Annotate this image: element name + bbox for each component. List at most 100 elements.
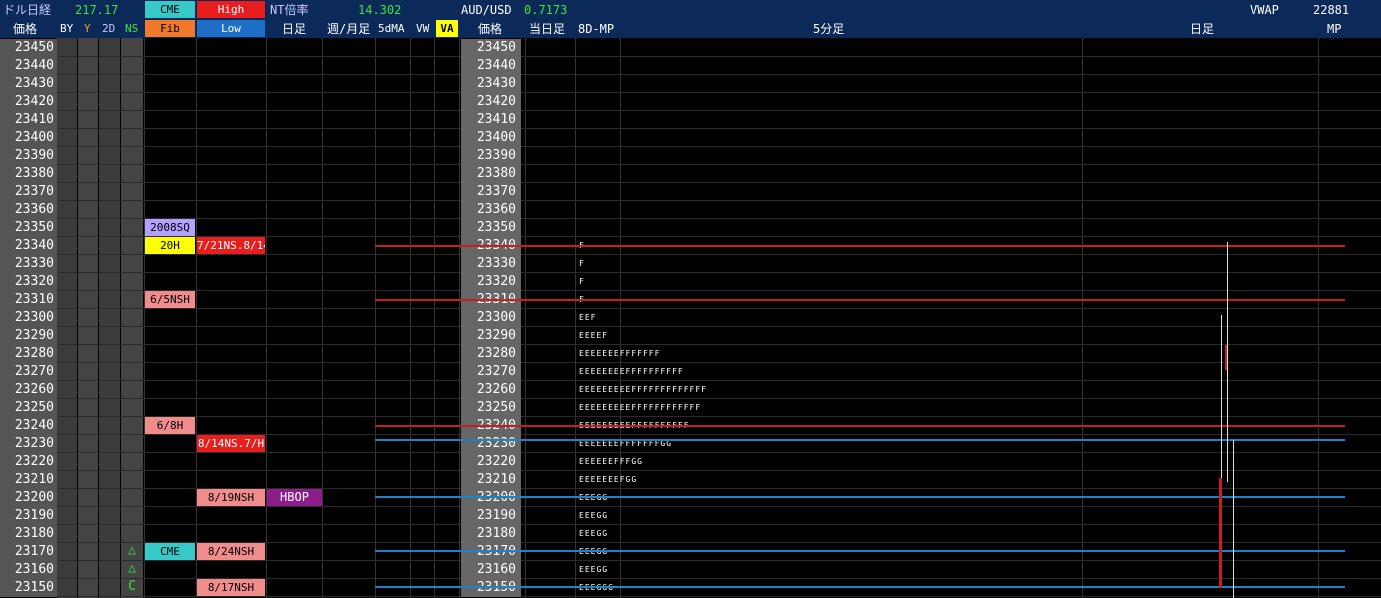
tpo-letters: F	[579, 277, 585, 286]
tpo-letters: EEEGG	[579, 529, 609, 538]
tpo-letters: EEEEEEEEEFFFFFFFFFFFF	[579, 403, 702, 412]
price-cell: 23340	[0, 237, 57, 255]
tpo-letters: EEEGG	[579, 511, 609, 520]
price-row: 23360 23360	[0, 201, 1381, 219]
price-cell: 23330	[0, 255, 57, 273]
price-cell-2: 23330	[461, 255, 521, 273]
price-cell-2: 23230	[461, 435, 521, 453]
price-row: 23380 23380	[0, 165, 1381, 183]
tpo-letters: EEEEEEEFFFFFFF	[579, 349, 661, 358]
price-row: 23410 23410	[0, 111, 1381, 129]
vwap-label: VWAP	[1250, 3, 1279, 17]
va-column-header[interactable]: VA	[436, 20, 458, 37]
price-row: 23390 23390	[0, 147, 1381, 165]
price-row: 23280 23280 EEEEEEEFFFFFFF	[0, 345, 1381, 363]
daily-candle-body	[1225, 345, 1227, 370]
nt-ratio-label: NT倍率	[270, 3, 309, 17]
daily-column-header: 日足	[282, 22, 307, 36]
nt-ratio-value: 14.302	[358, 3, 402, 17]
price-row: 23450 23450	[0, 39, 1381, 57]
cme-header[interactable]: CME	[145, 1, 195, 18]
vw-column-header: VW	[416, 22, 430, 35]
price-cell: 23240	[0, 417, 57, 435]
nsh-8-24-label: 8/24NSH	[197, 543, 265, 560]
price-cell-2: 23390	[461, 147, 521, 165]
tpo-letters: EEEGG	[579, 543, 608, 561]
price-cell-2: 23250	[461, 399, 521, 417]
2d-column-header: 2D	[102, 22, 116, 35]
tpo-letters: F	[579, 259, 585, 268]
daily-wick-line	[1221, 315, 1222, 480]
8d-mp-column-header: 8D-MP	[578, 22, 615, 36]
blue-level-line	[375, 550, 1345, 552]
red-level-line	[375, 425, 1345, 427]
price-cell-2: 23190	[461, 507, 521, 525]
nsh-8-17-label: 8/17NSH	[197, 579, 265, 596]
fib-header[interactable]: Fib	[145, 20, 195, 37]
red-level-line	[375, 245, 1345, 247]
price-cell: 23390	[0, 147, 57, 165]
price-row: 23420 23420	[0, 93, 1381, 111]
ns-column-header: NS	[125, 22, 139, 35]
tpo-letters: EEEEEEEFFFFFFFGG	[579, 439, 673, 448]
price-cell-2: 23210	[461, 471, 521, 489]
ns-7-21-label: 7/21NS.8/14H	[197, 237, 265, 254]
price-row: 23290 23290 EEEEF	[0, 327, 1381, 345]
header-bar: ドル日経 217.17 CME High NT倍率 14.302 AUD/USD…	[0, 0, 1381, 38]
price-cell: 23410	[0, 111, 57, 129]
blue-level-line	[375, 586, 1345, 588]
price-cell-2: 23300	[461, 309, 521, 327]
price-cell-2: 23260	[461, 381, 521, 399]
price-cell: 23450	[0, 39, 57, 57]
price-row: 23440 23440	[0, 57, 1381, 75]
price-row: 23180 23180 EEEGG	[0, 525, 1381, 543]
price-row: 23270 23270 EEEEEEEEFFFFFFFFFF	[0, 363, 1381, 381]
price-cell-2: 23180	[461, 525, 521, 543]
daily-wick-line	[1233, 440, 1234, 598]
price-cell-2: 23360	[461, 201, 521, 219]
price-row: 23330 23330 F	[0, 255, 1381, 273]
price-row: 23320 23320 F	[0, 273, 1381, 291]
5min-column-header: 5分足	[813, 22, 845, 36]
tpo-letters: EEEGGG	[579, 579, 614, 597]
price-row: 23350 23350	[0, 219, 1381, 237]
price-cell-2: 23220	[461, 453, 521, 471]
by-column-header: BY	[60, 22, 74, 35]
price-cell: 23440	[0, 57, 57, 75]
high-header[interactable]: High	[197, 1, 265, 18]
price-cell: 23310	[0, 291, 57, 309]
tpo-letters: EEEEEEEEFFFFFFFFFF	[579, 367, 684, 376]
dollar-nikkei-label: ドル日経	[3, 3, 52, 17]
price-cell: 23160	[0, 561, 57, 579]
price-row: 23190 23190 EEEGG	[0, 507, 1381, 525]
price-cell: 23180	[0, 525, 57, 543]
5dma-column-header: 5dMA	[378, 22, 405, 35]
blue-level-line	[375, 496, 1345, 498]
blue-level-line	[375, 439, 1345, 441]
price-row: 23220 23220 EEEEEEFFFGG	[0, 453, 1381, 471]
price-row: 23430 23430	[0, 75, 1381, 93]
price-row: 23400 23400	[0, 129, 1381, 147]
nsh-6-5-label: 6/5NSH	[145, 291, 195, 308]
price-row: 23160 23160 EEEGG	[0, 561, 1381, 579]
price-cell: 23280	[0, 345, 57, 363]
daily-wick-line	[1227, 242, 1228, 482]
price-cell: 23420	[0, 93, 57, 111]
daily-chart-column-header: 日足	[1190, 22, 1215, 36]
price-cell-2: 23420	[461, 93, 521, 111]
price-row: 23300 23300 EEF	[0, 309, 1381, 327]
low-header[interactable]: Low	[197, 20, 265, 37]
hbop-label: HBOP	[267, 489, 322, 506]
price-row: 23250 23250 EEEEEEEEEFFFFFFFFFFFF	[0, 399, 1381, 417]
audusd-value: 0.7173	[524, 3, 568, 17]
20h-label: 20H	[145, 237, 195, 254]
price-cell: 23270	[0, 363, 57, 381]
price-row: 23210 23210 EEEEEEEFGG	[0, 471, 1381, 489]
tpo-letters: EEF	[579, 313, 597, 322]
audusd-label: AUD/USD	[461, 3, 512, 17]
price-cell-2: 23430	[461, 75, 521, 93]
price-cell-2: 23380	[461, 165, 521, 183]
price-row: 23260 23260 EEEEEEEEEFFFFFFFFFFFFF	[0, 381, 1381, 399]
today-column-header: 当日足	[529, 22, 566, 36]
price-cell-2: 23370	[461, 183, 521, 201]
